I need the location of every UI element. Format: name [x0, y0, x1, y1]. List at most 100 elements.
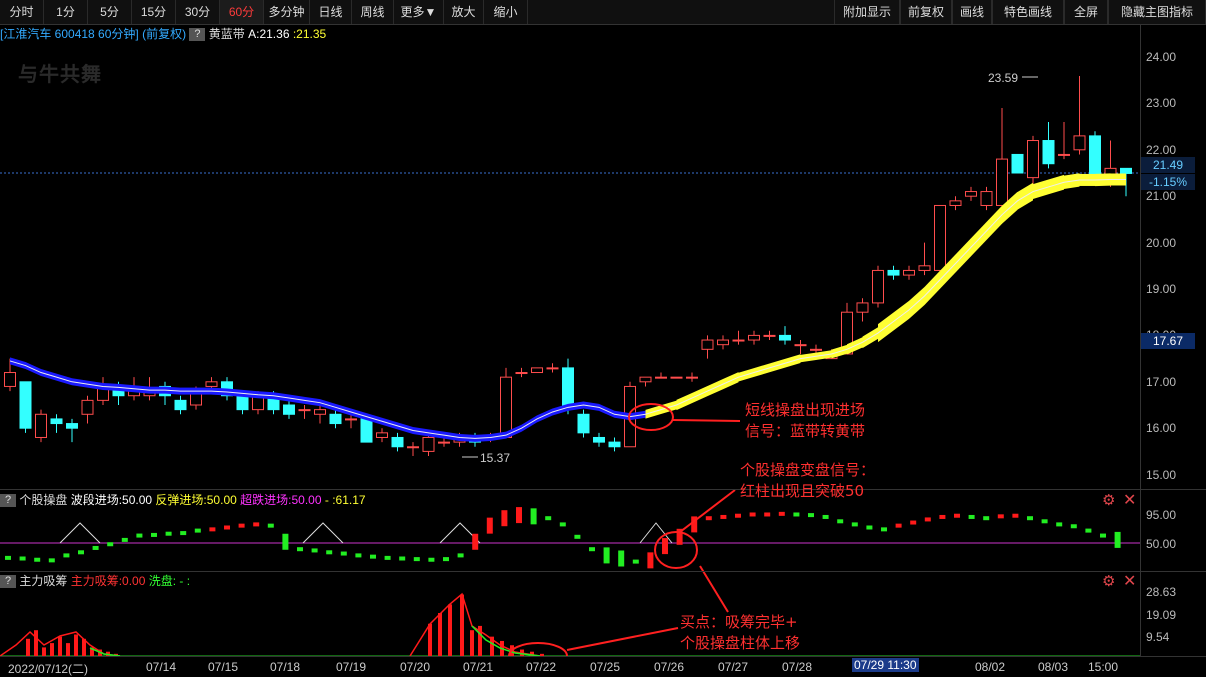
period-button[interactable]: 日线 — [310, 0, 352, 24]
washout-line — [471, 625, 541, 656]
candle-body — [996, 158, 1008, 206]
candle-body — [376, 432, 388, 438]
time-tick-label: 07/29 11:30 — [852, 658, 919, 672]
period-button[interactable]: 5分 — [88, 0, 132, 24]
time-tick-label: 07/19 — [336, 660, 367, 674]
signal-bar — [282, 533, 289, 550]
signal-bar — [705, 516, 712, 521]
candle-body — [1058, 153, 1070, 156]
candle-body — [50, 418, 63, 425]
price-tick-label: 20.00 — [1146, 235, 1177, 250]
signal-bar — [501, 510, 508, 527]
toolbar-button[interactable]: 全屏 — [1064, 0, 1108, 24]
price-tick-label: 23.00 — [1146, 96, 1177, 111]
period-button[interactable]: 更多▼ — [394, 0, 444, 24]
signal-bar — [340, 551, 347, 556]
candle-body — [531, 367, 543, 374]
candle-body — [887, 269, 900, 276]
signal-bar — [180, 531, 187, 536]
pane2-header: ? 个股操盘 波段进场:50.00 反弹进场:50.00 超跌进场:50.00 … — [0, 492, 366, 508]
low-price-label: 15.37 — [480, 451, 510, 465]
signal-bar — [63, 553, 70, 558]
time-tick-label: 15:00 — [1088, 660, 1119, 674]
close-icon[interactable]: ✕ — [1123, 490, 1136, 510]
candle-body — [1089, 135, 1101, 179]
signal-bar — [778, 511, 785, 516]
period-button[interactable]: 1分 — [44, 0, 88, 24]
time-tick-label: 07/27 — [718, 660, 749, 674]
candle-body — [81, 399, 94, 415]
toolbar-button[interactable]: 隐藏主图指标 — [1108, 0, 1206, 24]
period-button[interactable]: 60分 — [220, 0, 264, 24]
time-tick-label: 08/02 — [975, 660, 1006, 674]
candle-body — [205, 381, 218, 387]
candle-body — [934, 204, 946, 271]
signal-bar — [837, 519, 844, 524]
signal-bar — [151, 532, 157, 537]
candle-body — [763, 334, 776, 337]
candle-body — [670, 376, 683, 379]
price-tick-label: 15.00 — [1146, 467, 1177, 482]
candle-body — [965, 191, 977, 197]
price-tick-label: 16.00 — [1146, 421, 1177, 436]
signal-bar — [19, 556, 26, 561]
candle-body — [810, 348, 822, 351]
candle-body — [422, 436, 435, 452]
period-button[interactable]: 缩小 — [484, 0, 528, 24]
signal-bar — [1056, 522, 1063, 527]
help-button[interactable]: ? — [0, 494, 16, 508]
period-button[interactable]: 周线 — [352, 0, 394, 24]
toolbar-button[interactable]: 特色画线 — [992, 0, 1064, 24]
signal-bar — [662, 538, 668, 555]
signal-bar — [5, 555, 11, 560]
toolbar-button[interactable]: 画线 — [952, 0, 992, 24]
pane3-field-2: 洗盘: - : — [148, 574, 191, 588]
time-tick-label: 07/25 — [590, 660, 621, 674]
signal-bar — [399, 556, 406, 561]
period-button[interactable]: 30分 — [176, 0, 220, 24]
signal-bar — [1114, 531, 1121, 548]
signal-bar — [808, 513, 814, 518]
annotation-arrow — [672, 419, 741, 422]
toolbar-button[interactable]: 附加显示 — [834, 0, 900, 24]
period-button[interactable]: 多分钟 — [264, 0, 310, 24]
signal-bar — [238, 523, 245, 528]
help-button[interactable]: ? — [0, 575, 16, 589]
signal-bar — [822, 514, 829, 519]
period-button[interactable]: 分时 — [0, 0, 44, 24]
candle-body — [345, 418, 357, 421]
signal-bar — [34, 557, 41, 562]
candle-body — [717, 339, 729, 346]
annotation-arrow — [679, 489, 736, 533]
gear-icon[interactable]: ⚙ — [1102, 491, 1115, 509]
period-button[interactable]: 15分 — [132, 0, 176, 24]
candle-body — [562, 367, 574, 406]
signal-triangle — [59, 522, 101, 544]
candle-body — [174, 399, 187, 411]
price-tick-label: 19.00 — [1146, 282, 1177, 296]
candle-body — [4, 372, 16, 387]
time-tick-label: 07/28 — [782, 660, 813, 674]
signal-bar — [924, 517, 931, 522]
candle-body — [407, 446, 419, 449]
signal-bar — [983, 516, 990, 521]
pane2-name[interactable]: 个股操盘 — [19, 493, 67, 507]
annotation-arrow — [699, 565, 729, 613]
candle-body — [686, 376, 698, 379]
close-icon[interactable]: ✕ — [1123, 571, 1136, 591]
signal-bar — [297, 547, 303, 552]
time-axis: 2022/07/12(二) 07/14 07/15 07/18 07/19 07/20 07… — [0, 656, 1206, 676]
signal-bar — [326, 550, 333, 555]
period-button[interactable]: 放大 — [444, 0, 484, 24]
signal-bar — [530, 508, 537, 525]
signal-bar — [516, 507, 522, 524]
pane3-name[interactable]: 主力吸筹 — [19, 574, 67, 588]
signal-bar — [1085, 528, 1092, 533]
candle-body — [918, 265, 931, 271]
gear-icon[interactable]: ⚙ — [1102, 572, 1115, 590]
annotation-band-switch: 短线操盘出现进场 信号：蓝带转黄带 — [745, 401, 866, 440]
candle-body — [980, 191, 993, 206]
pane2-tick-label: 95.00 — [1146, 508, 1177, 522]
toolbar-button[interactable]: 前复权 — [900, 0, 952, 24]
candle-body — [66, 423, 78, 429]
